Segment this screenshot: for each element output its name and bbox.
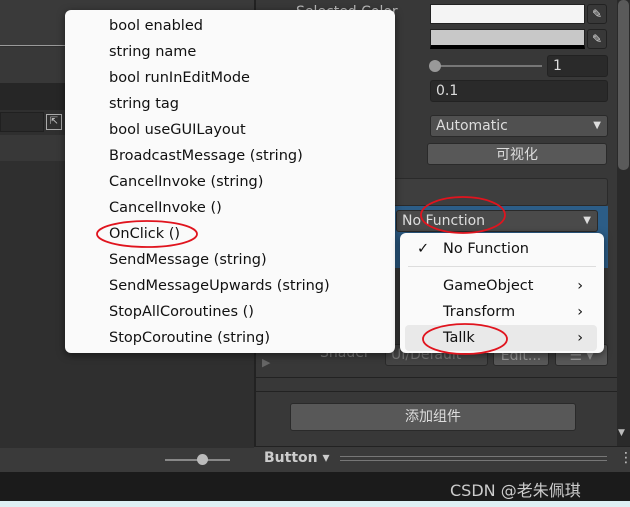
annotation-circle-no-function (420, 196, 506, 234)
annotation-overlay (96, 196, 508, 355)
annotation-circle-onclick (96, 220, 198, 248)
annotation-circle-tallk (422, 323, 508, 355)
